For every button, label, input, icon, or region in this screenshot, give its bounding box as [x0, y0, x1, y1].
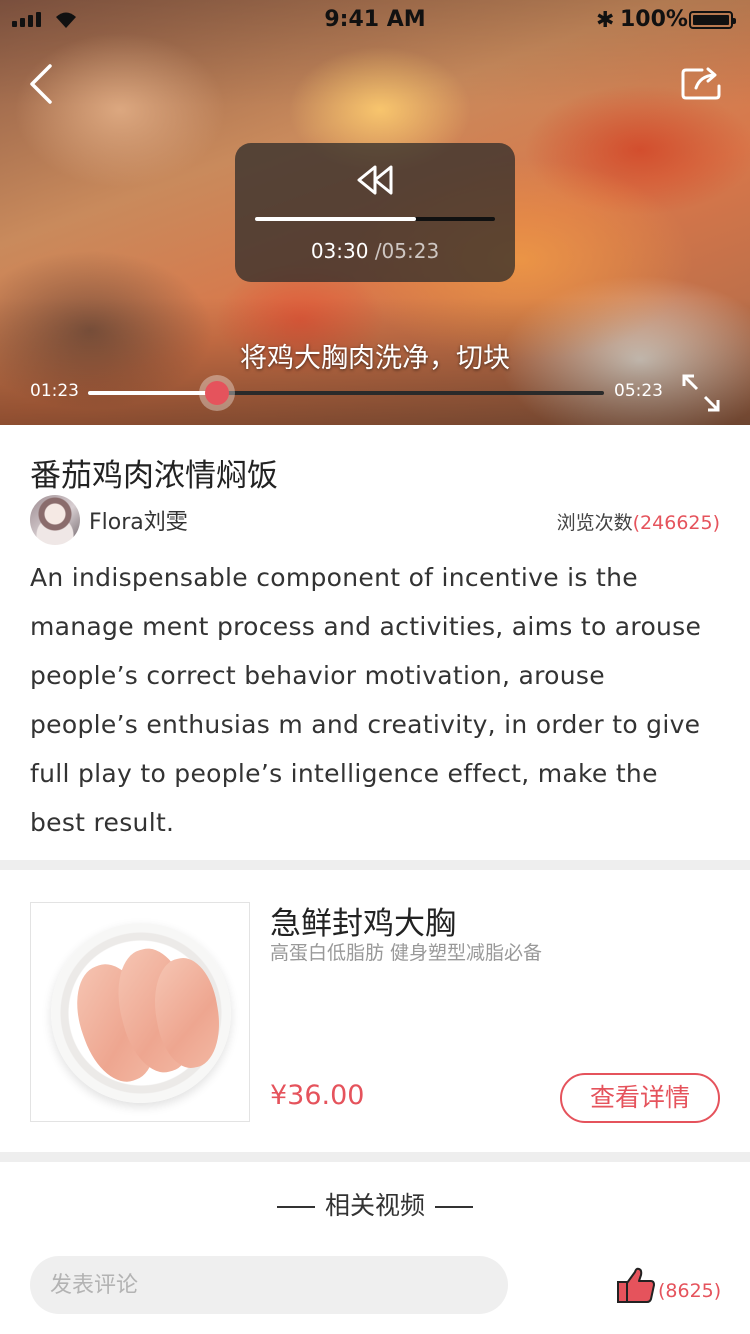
- seek-popup: 03:30 /05:23: [235, 143, 515, 282]
- seek-preview-fill: [255, 217, 416, 221]
- like-button[interactable]: (8625): [616, 1266, 721, 1304]
- status-bar: 9:41 AM ✱ 100%: [0, 0, 750, 40]
- chevron-left-icon[interactable]: [24, 62, 60, 106]
- battery-percent: 100%: [620, 7, 688, 32]
- section-divider: [0, 1152, 750, 1162]
- avatar[interactable]: [30, 495, 80, 545]
- progress-thumb[interactable]: [199, 375, 235, 411]
- seek-preview-bar: [255, 217, 495, 221]
- progress-track[interactable]: [88, 391, 604, 395]
- seek-time: 03:30 /05:23: [235, 239, 515, 263]
- video-player[interactable]: 9:41 AM ✱ 100% 03:30 /05:23 将鸡大胸肉洗净，切块 0…: [0, 0, 750, 425]
- share-icon[interactable]: [680, 66, 722, 102]
- section-divider: [0, 860, 750, 870]
- product-price: ¥36.00: [270, 1080, 365, 1111]
- player-controls: 01:23 05:23: [0, 370, 750, 420]
- divider-line: [435, 1206, 473, 1208]
- comment-input[interactable]: [30, 1256, 508, 1314]
- fullscreen-icon[interactable]: [680, 372, 722, 414]
- bluetooth-icon: ✱: [596, 8, 615, 33]
- product-name[interactable]: 急鲜封鸡大胸: [270, 898, 456, 943]
- recipe-title: 番茄鸡肉浓情焖饭: [30, 458, 278, 494]
- seek-total-time: /05:23: [374, 239, 440, 263]
- divider-line: [276, 1206, 315, 1208]
- current-time: 01:23: [30, 381, 79, 401]
- progress-played: [88, 391, 217, 395]
- views-count: (246625): [632, 512, 720, 534]
- related-videos-header: 相关视频: [0, 1186, 750, 1222]
- author-info[interactable]: Flora刘雯: [30, 495, 188, 545]
- view-details-button[interactable]: 查看详情: [560, 1073, 720, 1123]
- product-subtitle: 高蛋白低脂肪 健身塑型减脂必备: [270, 942, 543, 964]
- like-count: (8625): [658, 1280, 722, 1302]
- related-videos-title: 相关视频: [324, 1191, 425, 1220]
- seek-current-time: 03:30: [310, 239, 369, 263]
- product-image[interactable]: [30, 902, 250, 1122]
- views-label: 浏览次数: [556, 512, 633, 534]
- view-count: 浏览次数(246625): [557, 508, 720, 535]
- battery-icon: [689, 11, 736, 29]
- duration: 05:23: [614, 381, 663, 401]
- author-name[interactable]: Flora刘雯: [89, 504, 188, 536]
- rewind-icon: [357, 165, 393, 195]
- thumbs-up-icon[interactable]: [616, 1266, 656, 1304]
- recipe-description: An indispensable component of incentive …: [30, 563, 702, 837]
